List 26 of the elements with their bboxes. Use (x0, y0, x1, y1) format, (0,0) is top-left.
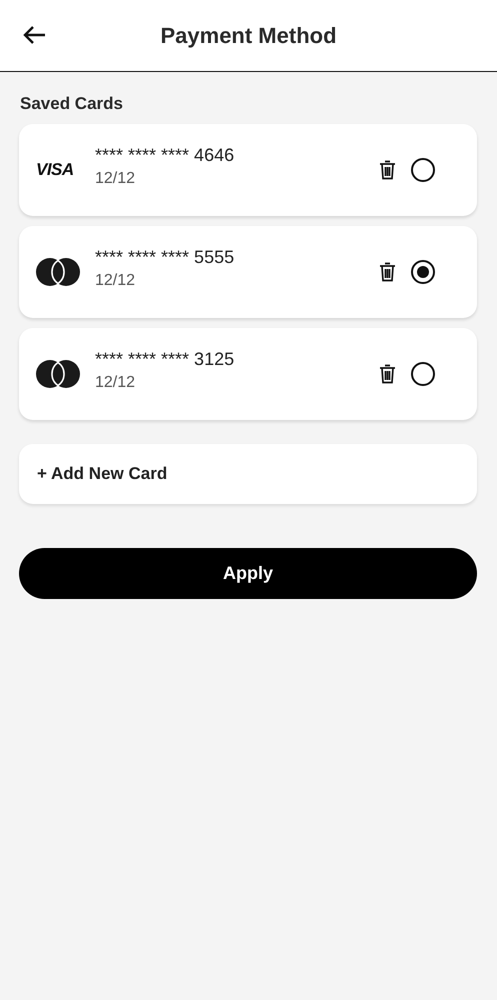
trash-icon (379, 262, 396, 282)
saved-card[interactable]: **** **** **** 5555 12/12 (19, 226, 477, 318)
card-expiry: 12/12 (95, 374, 136, 392)
section-title: Saved Cards (20, 94, 124, 114)
saved-card[interactable]: VISA **** **** **** 4646 12/12 (19, 124, 477, 216)
radio-button[interactable] (411, 362, 435, 386)
card-expiry: 12/12 (95, 170, 136, 188)
trash-icon (379, 160, 396, 180)
saved-card[interactable]: **** **** **** 3125 12/12 (19, 328, 477, 420)
overlapping-circles-icon (36, 360, 80, 388)
back-arrow-icon (22, 25, 46, 45)
radio-button[interactable] (411, 260, 435, 284)
apply-button[interactable]: Apply (19, 548, 477, 599)
trash-icon (379, 364, 396, 384)
card-number: **** **** **** 5555 (95, 246, 236, 268)
card-number: **** **** **** 4646 (95, 144, 236, 166)
radio-button[interactable] (411, 158, 435, 182)
card-expiry: 12/12 (95, 272, 136, 290)
card-brand-logo: VISA (36, 160, 74, 180)
add-card-button[interactable]: + Add New Card (19, 444, 477, 504)
overlapping-circles-icon (36, 258, 80, 286)
screen-title: Payment Method (160, 22, 337, 48)
delete-button[interactable] (379, 262, 396, 282)
card-number: **** **** **** 3125 (95, 348, 236, 370)
delete-button[interactable] (379, 364, 396, 384)
delete-button[interactable] (379, 160, 396, 180)
